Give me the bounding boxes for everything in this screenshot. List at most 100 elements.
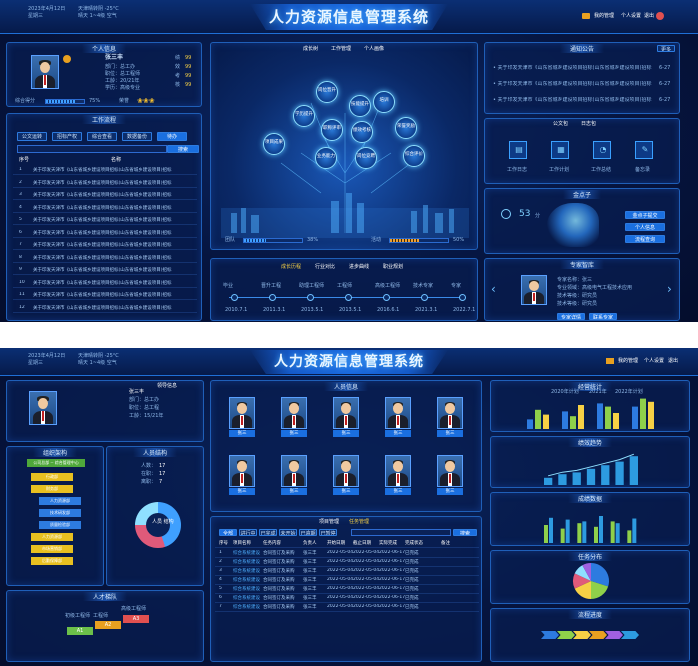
list-item[interactable]: 1 关于印发天津市《山东省城乡建设项目招标(山东省城乡建设项目)招标 xyxy=(13,166,197,175)
list-item[interactable]: 10 关于印发天津市《山东省城乡建设项目招标(山东省城乡建设项目)招标 xyxy=(13,279,197,288)
team-avatar[interactable] xyxy=(281,397,307,429)
tree-node-3[interactable]: 培训 xyxy=(373,91,395,113)
org-root[interactable]: 公司总部 -- 综合管理中心 xyxy=(27,459,85,467)
table-row[interactable]: 1 综合系统建设 合同签订及采购 张三丰 2022-05-04 2022-05-04 202… xyxy=(215,549,479,558)
career-step-dot[interactable] xyxy=(383,294,390,301)
talent-step-2[interactable]: A2 xyxy=(95,621,121,629)
notice-item-1[interactable]: • 关于印发天津市《山东省城乡建设项目招标(山东省城乡建设项目)招标 xyxy=(493,65,655,71)
tree-node-5[interactable]: 荣誉奖励 xyxy=(395,117,417,139)
work-summary-icon[interactable]: ◔ xyxy=(593,141,611,159)
list-item[interactable]: 7 关于印发天津市《山东省城乡建设项目招标(山东省城乡建设项目)招标 xyxy=(13,241,197,250)
tab-compare[interactable]: 行业对比 xyxy=(315,264,335,270)
list-item[interactable]: 9 关于印发天津市《山东省城乡建设项目招标(山东省城乡建设项目)招标 xyxy=(13,266,197,275)
tree-node-8[interactable]: 项目成果 xyxy=(263,133,285,155)
org-item[interactable]: 质量检验部 xyxy=(39,521,81,529)
nav-link-2[interactable]: 我的管理 xyxy=(618,358,638,364)
home-icon[interactable] xyxy=(582,13,590,19)
list-item[interactable]: 2 关于印发天津市《山东省城乡建设项目招标(山东省城乡建设项目)招标 xyxy=(13,179,197,188)
exit-link-2[interactable]: 退出 xyxy=(668,358,678,364)
docs-tab-2[interactable]: 日志包 xyxy=(581,121,596,127)
notice-item-2[interactable]: • 关于印发天津市《山东省城乡建设项目招标(山东省城乡建设项目)招标 xyxy=(493,81,655,87)
filter-button[interactable]: 已暂停 xyxy=(319,529,337,536)
notification-icon[interactable] xyxy=(656,12,664,20)
personal-settings-link-2[interactable]: 个人设置 xyxy=(644,358,664,364)
team-avatar[interactable] xyxy=(437,397,463,429)
table-row[interactable]: 7 综合系统建设 合同签订及采购 张三丰 2022-05-04 2022-05-04 202… xyxy=(215,603,479,612)
list-item[interactable]: 8 关于印发天津市《山东省城乡建设项目招标(山东省城乡建设项目)招标 xyxy=(13,254,197,263)
talent-step-1[interactable]: A1 xyxy=(67,627,93,635)
team-avatar[interactable] xyxy=(385,397,411,429)
filter-button[interactable]: 全部 xyxy=(219,529,237,536)
project-search-button[interactable]: 搜索 xyxy=(453,529,477,536)
flow-step[interactable] xyxy=(605,631,623,639)
list-item[interactable]: 11 关于印发天津市《山东省城乡建设项目招标(山东省城乡建设项目)招标 xyxy=(13,291,197,300)
flow-step[interactable] xyxy=(541,631,559,639)
tab-view[interactable]: 综合查看 xyxy=(87,132,117,141)
filter-button[interactable]: 已逾期 xyxy=(299,529,317,536)
tab-task[interactable]: 任务管理 xyxy=(349,519,369,525)
tab-project[interactable]: 项目管理 xyxy=(319,519,339,525)
notice-item-3[interactable]: • 关于印发天津市《山东省城乡建设项目招标(山东省城乡建设项目)招标 xyxy=(493,97,655,103)
list-item[interactable]: 6 关于印发天津市《山东省城乡建设项目招标(山东省城乡建设项目)招标 xyxy=(13,229,197,238)
list-item[interactable]: 12 关于印发天津市《山东省城乡建设项目招标(山东省城乡建设项目)招标 xyxy=(13,304,197,313)
tab-career[interactable]: 成长历程 xyxy=(281,264,301,270)
project-search-input[interactable] xyxy=(351,529,451,536)
org-item[interactable]: 技术研发部 xyxy=(39,509,81,517)
team-avatar[interactable] xyxy=(437,455,463,487)
tab-bid[interactable]: 招标产权 xyxy=(52,132,82,141)
tree-node-11[interactable]: 综合评价 xyxy=(403,145,425,167)
career-step-dot[interactable] xyxy=(345,294,352,301)
career-step-dot[interactable] xyxy=(421,294,428,301)
team-avatar[interactable] xyxy=(333,397,359,429)
flow-step[interactable] xyxy=(589,631,607,639)
org-item[interactable]: 人力资源部 xyxy=(39,497,81,505)
nav-link[interactable]: 我的管理 xyxy=(594,13,614,19)
list-item[interactable]: 5 关于印发天津市《山东省城乡建设项目招标(山东省城乡建设项目)招标 xyxy=(13,216,197,225)
team-avatar[interactable] xyxy=(229,397,255,429)
expert-detail-button[interactable]: 专家详情 xyxy=(557,313,585,320)
career-step-dot[interactable] xyxy=(269,294,276,301)
talent-step-3[interactable]: A3 xyxy=(123,615,149,623)
flow-step[interactable] xyxy=(621,631,639,639)
flow-step[interactable] xyxy=(557,631,575,639)
team-avatar[interactable] xyxy=(281,455,307,487)
ideas-flow-button[interactable]: 流程查询 xyxy=(625,235,665,243)
tab-todo[interactable]: 待办 xyxy=(157,132,187,141)
memo-icon[interactable]: ✎ xyxy=(635,141,653,159)
home-icon-2[interactable] xyxy=(606,358,614,364)
next-arrow-icon[interactable]: › xyxy=(667,283,672,295)
table-row[interactable]: 5 综合系统建设 合同签订及采购 张三丰 2022-05-04 2022-05-04 202… xyxy=(215,585,479,594)
ideas-info-button[interactable]: 个人信息 xyxy=(625,223,665,231)
tree-node-6[interactable]: 职称评审 xyxy=(321,119,343,141)
table-row[interactable]: 6 综合系统建设 合同签订及采购 张三丰 2022-05-04 2022-05-04 202… xyxy=(215,594,479,603)
filter-button[interactable]: 未开始 xyxy=(279,529,297,536)
team-avatar[interactable] xyxy=(229,455,255,487)
career-step-dot[interactable] xyxy=(459,294,466,301)
tree-node-7[interactable]: 绩效考核 xyxy=(351,121,373,143)
tree-node-1[interactable]: 岗位晋升 xyxy=(316,81,338,103)
flow-step[interactable] xyxy=(573,631,591,639)
tab-docs[interactable]: 公文运转 xyxy=(17,132,47,141)
expert-contact-button[interactable]: 联系专家 xyxy=(589,313,617,320)
filter-button[interactable]: 进行中 xyxy=(239,529,257,536)
table-row[interactable]: 4 综合系统建设 合同签订及采购 张三丰 2022-05-04 2022-05-04 202… xyxy=(215,576,479,585)
filter-button[interactable]: 已完成 xyxy=(259,529,277,536)
tab-curve[interactable]: 进步曲线 xyxy=(349,264,369,270)
tree-node-4[interactable]: 学历提升 xyxy=(293,105,315,127)
table-row[interactable]: 2 综合系统建设 合同签订及采购 张三丰 2022-05-04 2022-05-04 202… xyxy=(215,558,479,567)
notice-more-button[interactable]: 更多 xyxy=(657,45,675,52)
org-item[interactable]: 行政部 xyxy=(31,473,73,481)
tab-plan[interactable]: 职业规划 xyxy=(383,264,403,270)
tree-node-9[interactable]: 业务能力 xyxy=(315,147,337,169)
docs-tab-1[interactable]: 公文包 xyxy=(553,121,568,127)
prev-arrow-icon[interactable]: ‹ xyxy=(491,283,496,295)
personal-settings-link[interactable]: 个人设置 xyxy=(621,13,641,19)
list-item[interactable]: 3 关于印发天津市《山东省城乡建设项目招标(山东省城乡建设项目)招标 xyxy=(13,191,197,200)
career-step-dot[interactable] xyxy=(231,294,238,301)
search-input[interactable] xyxy=(17,145,167,153)
table-row[interactable]: 3 综合系统建设 合同签订及采购 张三丰 2022-05-04 2022-05-04 202… xyxy=(215,567,479,576)
ideas-submit-button[interactable]: 金点子提交 xyxy=(625,211,665,219)
work-plan-icon[interactable]: ▦ xyxy=(551,141,569,159)
tab-backup[interactable]: 数据备份 xyxy=(122,132,152,141)
org-item[interactable]: 人力资源部 xyxy=(31,533,73,541)
